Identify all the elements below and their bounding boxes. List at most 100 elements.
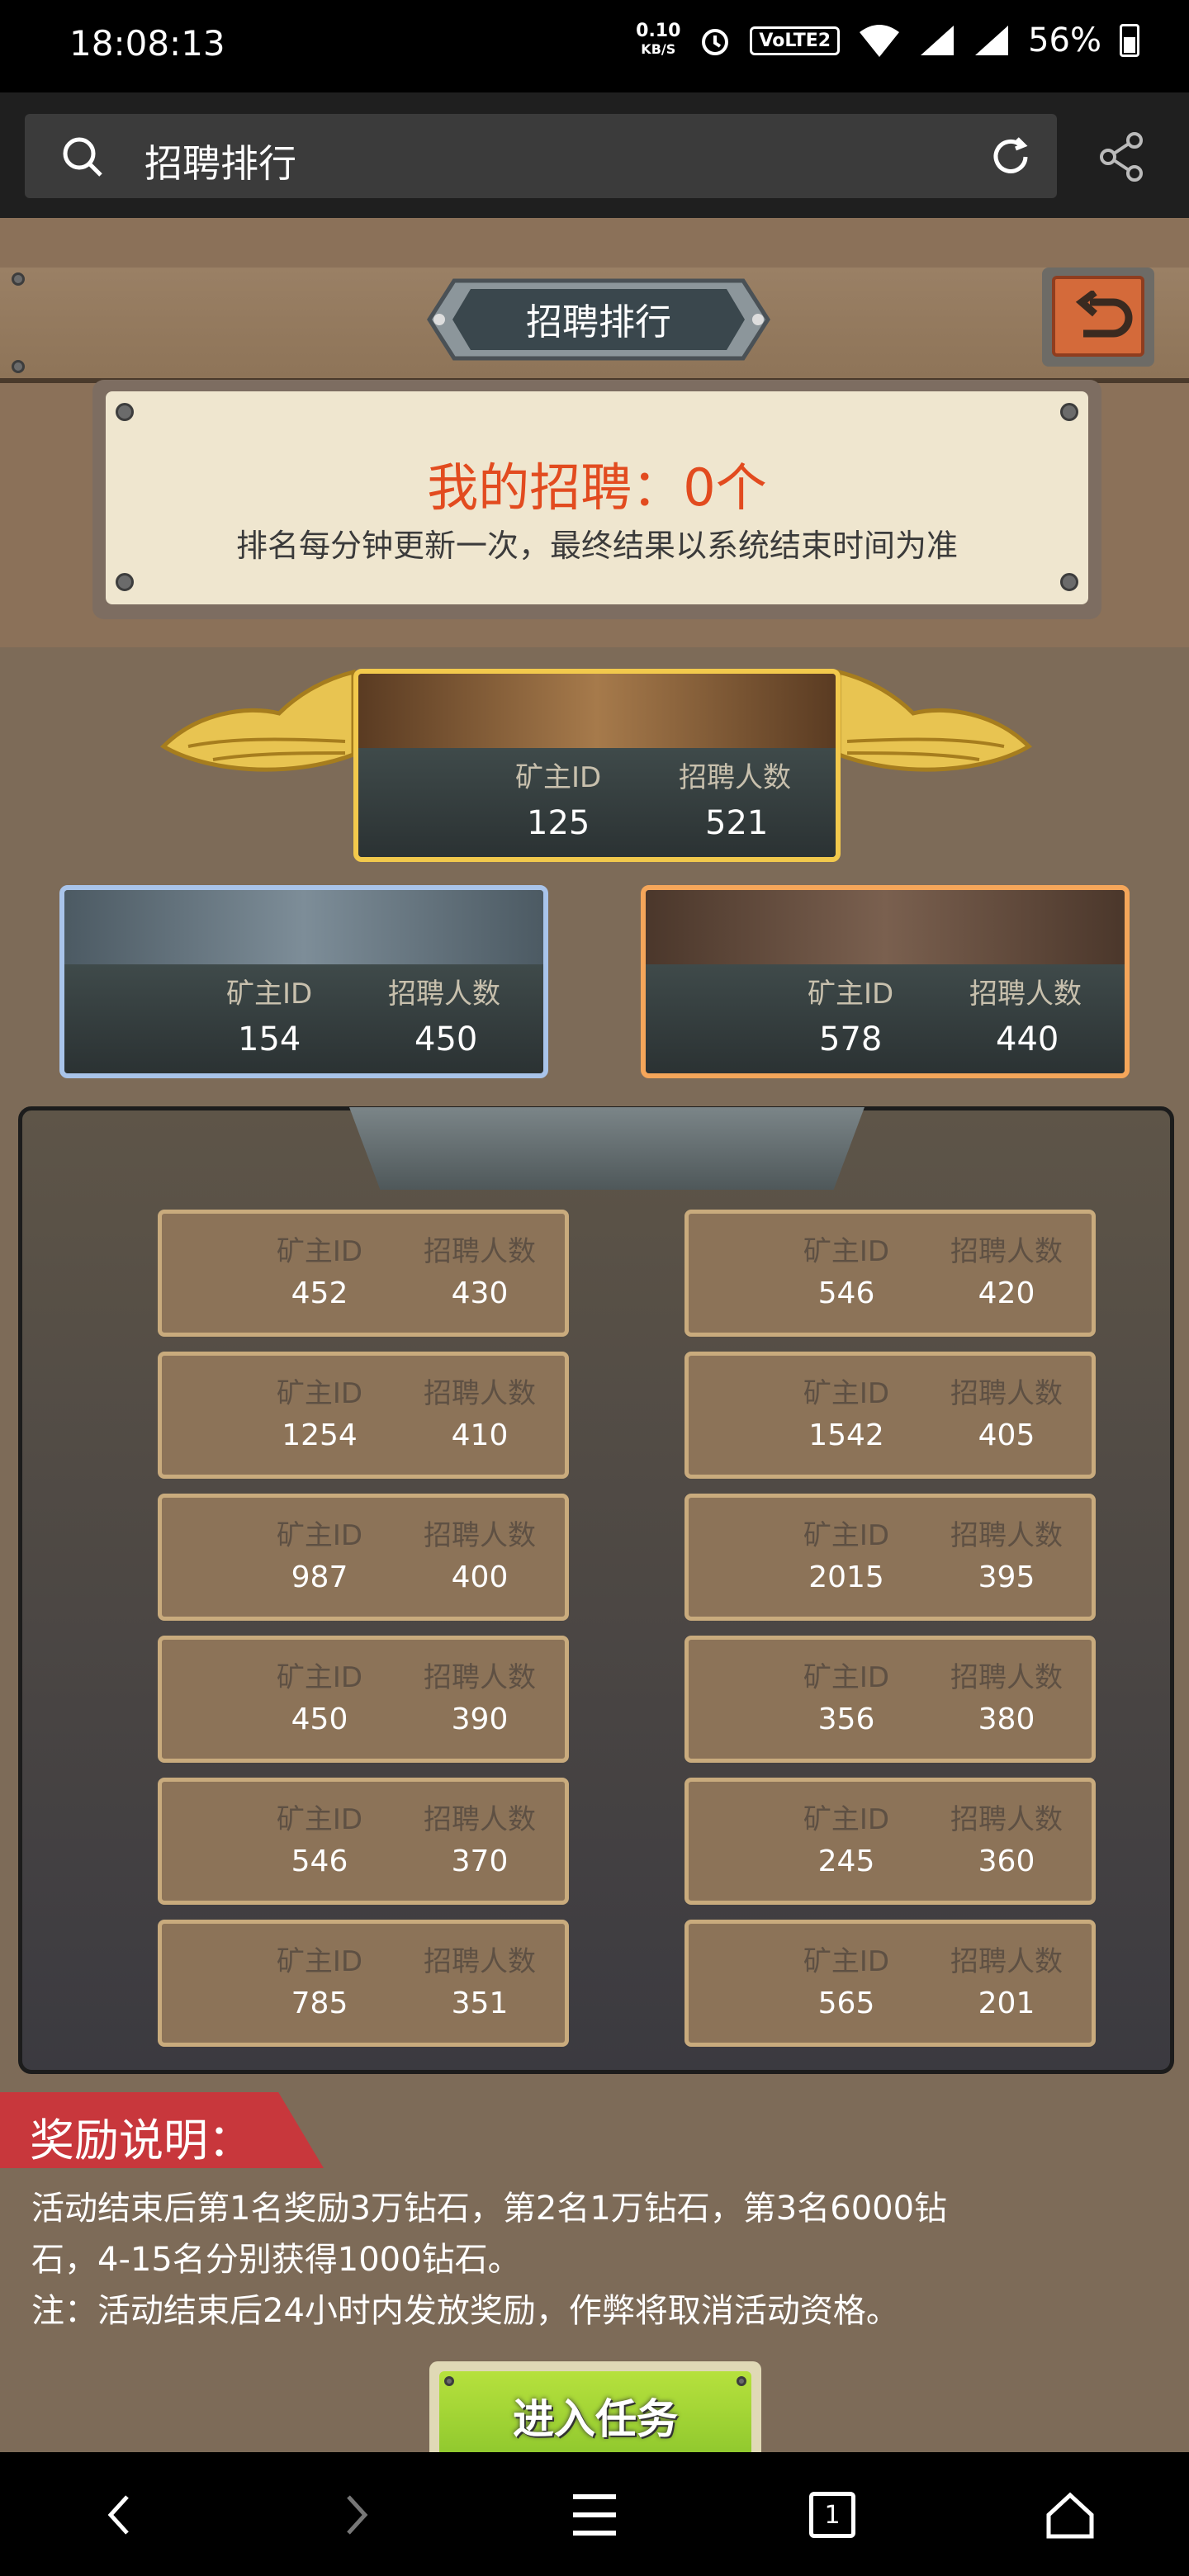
slot-count-header: 招聘人数 [950, 1661, 1063, 1694]
rivet [737, 2376, 746, 2386]
address-bar[interactable]: 招聘排行 [25, 114, 1057, 198]
rank-1-count-header: 招聘人数 [679, 761, 791, 794]
enter-task-button[interactable]: 进入任务 [429, 2361, 761, 2452]
slot-id-header: 矿主ID [276, 1945, 363, 1978]
slot-count-header: 招聘人数 [950, 1519, 1063, 1552]
slot-count-header: 招聘人数 [950, 1235, 1063, 1268]
volte-badge: VoLTE2 [750, 26, 841, 55]
rank-slot: 矿主ID 招聘人数 1254 410 [158, 1352, 569, 1479]
slot-id: 450 [291, 1702, 348, 1736]
rank-3-id: 578 [819, 1020, 883, 1058]
browser-toolbar: 招聘排行 [0, 92, 1189, 218]
rank-3-count: 440 [996, 1020, 1059, 1058]
game-canvas: 招聘排行 我的招聘：0个 排名每分钟更新一次，最终结果以系统结束时间为准 矿主I… [0, 218, 1189, 2452]
slot-count: 201 [978, 1986, 1035, 2020]
slot-id-header: 矿主ID [803, 1519, 890, 1552]
rank-2-id: 154 [238, 1020, 301, 1058]
slot-count: 410 [451, 1418, 509, 1452]
slot-count: 360 [978, 1844, 1035, 1878]
slot-id-header: 矿主ID [276, 1661, 363, 1694]
rank-1-card: 矿主ID 招聘人数 125 521 [353, 669, 841, 862]
rank-slot: 矿主ID 招聘人数 245 360 [685, 1778, 1096, 1905]
slot-count-header: 招聘人数 [424, 1945, 536, 1978]
rank-slot: 矿主ID 招聘人数 987 400 [158, 1494, 569, 1621]
rivet [1060, 573, 1078, 591]
menu-nav-button[interactable] [545, 2454, 644, 2576]
slot-count-header: 招聘人数 [424, 1519, 536, 1552]
rank-2-card: 矿主ID 招聘人数 154 450 [59, 885, 548, 1078]
rank-1-count: 521 [705, 804, 769, 842]
rank-slot: 矿主ID 招聘人数 1542 405 [685, 1352, 1096, 1479]
net-speed-value: 0.10 [636, 21, 681, 41]
rivet [116, 573, 134, 591]
refresh-icon[interactable] [988, 134, 1034, 180]
slot-id: 1254 [282, 1418, 358, 1452]
slot-id-header: 矿主ID [276, 1519, 363, 1552]
rivet [1060, 403, 1078, 421]
status-bar: 18:08:13 0.10 KB/S VoLTE2 56% [0, 0, 1189, 92]
reward-title: 奖励说明： [30, 2114, 253, 2166]
address-text: 招聘排行 [144, 141, 296, 186]
home-icon [1046, 2492, 1094, 2539]
tabs-icon: 1 [809, 2492, 855, 2538]
rivet [116, 403, 134, 421]
slot-count-header: 招聘人数 [424, 1661, 536, 1694]
rank-3-card: 矿主ID 招聘人数 578 440 [641, 885, 1130, 1078]
slot-id-header: 矿主ID [803, 1945, 890, 1978]
slot-count: 400 [451, 1560, 509, 1594]
ranking-panel: 矿主ID 招聘人数 452 430 矿主ID 招聘人数 546 420 矿主ID… [18, 1106, 1174, 2074]
slot-count: 370 [451, 1844, 509, 1878]
slot-id-header: 矿主ID [803, 1235, 890, 1268]
battery-percent: 56% [1028, 21, 1101, 59]
chevron-left-icon [107, 2495, 129, 2535]
rank-slot: 矿主ID 招聘人数 546 420 [685, 1210, 1096, 1337]
slot-count-header: 招聘人数 [424, 1235, 536, 1268]
my-recruit-board: 我的招聘：0个 排名每分钟更新一次，最终结果以系统结束时间为准 [92, 380, 1101, 619]
update-note: 排名每分钟更新一次，最终结果以系统结束时间为准 [235, 528, 958, 564]
slot-count-header: 招聘人数 [424, 1377, 536, 1410]
header-title: 招聘排行 [526, 301, 671, 343]
slot-id: 565 [817, 1986, 875, 2020]
back-button-face [1052, 276, 1144, 357]
home-nav-button[interactable] [1021, 2454, 1120, 2576]
left-wing-icon [159, 669, 356, 772]
rank-slot: 矿主ID 招聘人数 450 390 [158, 1636, 569, 1763]
alarm-icon [702, 29, 729, 55]
slot-count: 395 [978, 1560, 1035, 1594]
signal-icon [921, 26, 955, 55]
back-nav-button[interactable] [69, 2454, 168, 2576]
return-icon [1075, 291, 1133, 338]
slot-id-header: 矿主ID [803, 1661, 890, 1694]
slot-id: 785 [291, 1986, 348, 2020]
rank-slot: 矿主ID 招聘人数 785 351 [158, 1920, 569, 2047]
slot-count: 390 [451, 1702, 509, 1736]
search-icon [63, 137, 102, 177]
right-wing-icon [836, 669, 1033, 772]
rank-slot: 矿主ID 招聘人数 546 370 [158, 1778, 569, 1905]
back-button[interactable] [1042, 268, 1154, 367]
status-icons: 0.10 KB/S VoLTE2 56% [636, 21, 1139, 59]
title-plate: 招聘排行 [413, 274, 784, 365]
slot-count: 405 [978, 1418, 1035, 1452]
ranking-panel-tab [349, 1107, 865, 1190]
slot-count-header: 招聘人数 [950, 1803, 1063, 1836]
net-speed: 0.10 KB/S [636, 22, 680, 59]
wifi-icon [860, 25, 900, 57]
tabs-nav-button[interactable]: 1 [783, 2454, 882, 2576]
rank-1-band [358, 674, 836, 748]
forward-nav-button[interactable] [307, 2454, 406, 2576]
slot-id: 987 [291, 1560, 348, 1594]
rank-3-count-header: 招聘人数 [969, 978, 1082, 1011]
rank-2-band [64, 890, 543, 964]
rank-slot: 矿主ID 招聘人数 356 380 [685, 1636, 1096, 1763]
rank-2-count-header: 招聘人数 [388, 978, 500, 1011]
rivet [12, 360, 25, 373]
battery-icon [1120, 24, 1139, 57]
slot-id-header: 矿主ID [803, 1377, 890, 1410]
rank-3-id-header: 矿主ID [808, 978, 894, 1011]
slot-id: 245 [817, 1844, 875, 1878]
rank-slot: 矿主ID 招聘人数 565 201 [685, 1920, 1096, 2047]
signal-icon-2 [975, 26, 1009, 55]
slot-id: 546 [817, 1276, 875, 1310]
share-icon[interactable] [1098, 132, 1144, 182]
